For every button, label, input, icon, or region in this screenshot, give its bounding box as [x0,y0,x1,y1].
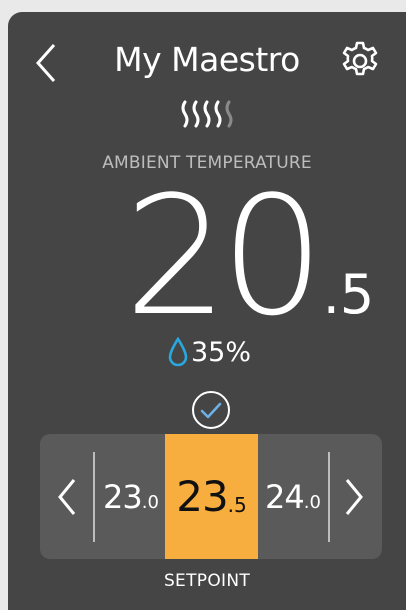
setpoint-divider-left [93,452,95,542]
setpoint-divider-right [328,452,330,542]
setpoint-option-decimal: .0 [141,492,159,513]
chevron-right-icon [345,479,363,515]
setpoint-label: SETPOINT [163,571,251,591]
setpoint-selected-decimal: .5 [227,492,247,517]
setpoint-decrease-button[interactable] [52,474,82,520]
setpoint-increase-button[interactable] [339,474,369,520]
setpoint-option-integer: 24 [265,477,305,516]
setpoint-option-decimal: .0 [303,492,321,513]
check-circle-icon[interactable] [190,389,232,431]
setpoint-option-selected[interactable]: 23.5 [165,434,258,559]
humidity-value: 35% [191,336,252,368]
settings-button[interactable] [338,39,382,83]
ambient-temperature-integer: 20 [124,161,325,352]
setpoint-option-lower[interactable]: 23.0 [96,434,166,559]
humidity-readout: 35% [168,332,251,372]
setpoint-option-higher[interactable]: 24.0 [258,434,328,559]
ambient-temperature-decimal: .5 [322,263,375,326]
thermostat-panel: My Maestro AMBIENT TEMPERATURE 20.5 35% [8,12,406,610]
chevron-left-icon [58,479,76,515]
setpoint-selected-integer: 23 [176,472,228,521]
water-drop-icon [168,337,188,367]
setpoint-selector: 23.0 23.5 24.0 [40,434,382,559]
heating-waves-icon [181,100,233,128]
setpoint-option-integer: 23 [103,477,143,516]
gear-icon [342,41,378,76]
ambient-temperature: 20.5 [124,172,374,342]
